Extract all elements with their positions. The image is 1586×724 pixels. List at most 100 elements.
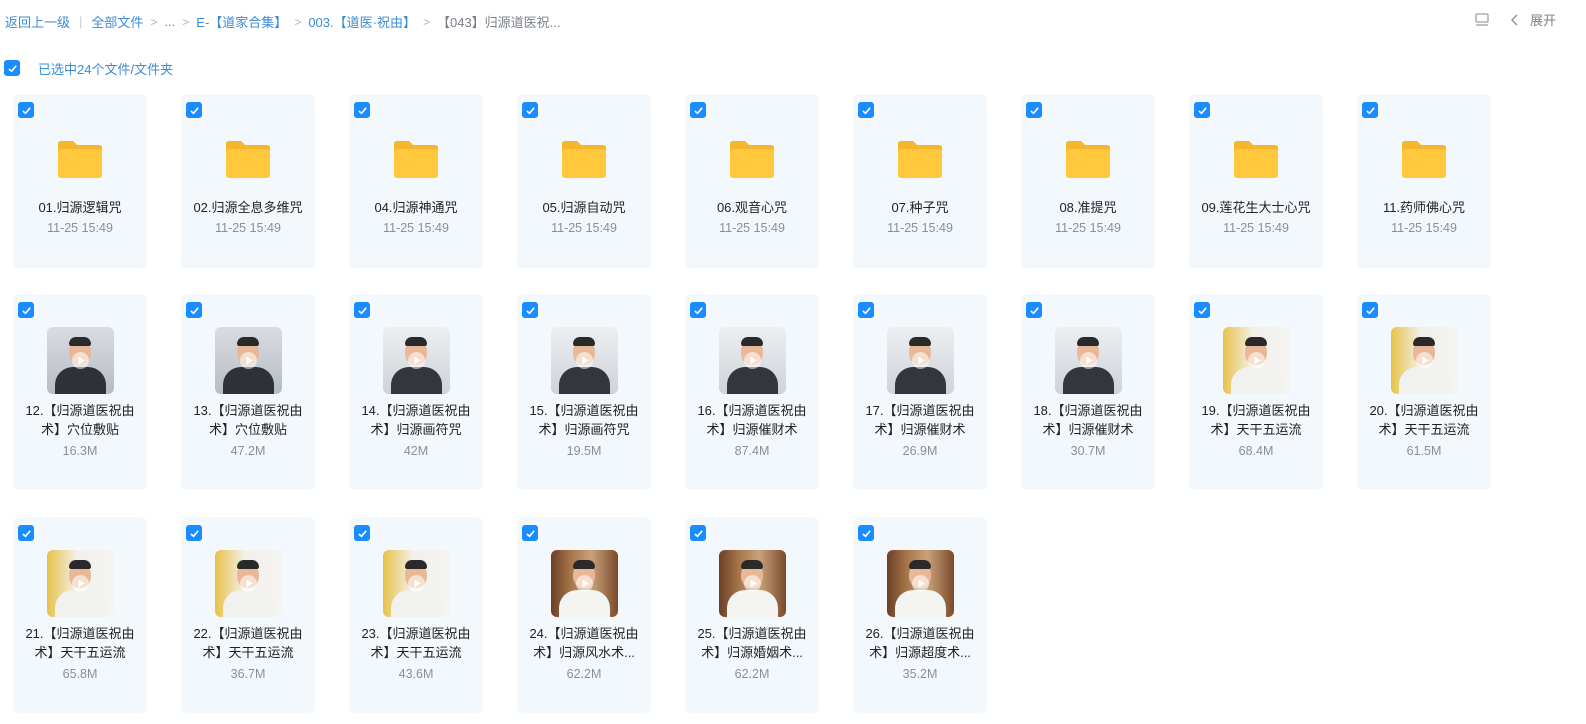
video-item[interactable]: 15.【归源道医祝由术】归源画符咒 19.5M	[517, 294, 651, 490]
item-checkbox[interactable]	[186, 102, 202, 118]
chevron-right-icon: >	[294, 14, 302, 29]
breadcrumb-level2[interactable]: 003.【道医·祝由】	[308, 12, 416, 31]
item-checkbox[interactable]	[522, 302, 538, 318]
check-icon	[525, 529, 535, 537]
item-checkbox[interactable]	[18, 102, 34, 118]
video-name: 16.【归源道医祝由术】归源催财术	[697, 403, 807, 437]
video-item[interactable]: 21.【归源道医祝由术】天干五运流 65.8M	[13, 517, 147, 713]
item-checkbox[interactable]	[354, 525, 370, 541]
breadcrumb-ellipsis[interactable]: ...	[164, 14, 175, 29]
play-icon	[1248, 352, 1265, 369]
file-size: 42M	[403, 444, 429, 458]
breadcrumb-level1[interactable]: E-【道家合集】	[196, 12, 287, 31]
video-item[interactable]: 19.【归源道医祝由术】天干五运流 68.4M	[1189, 294, 1323, 490]
item-checkbox[interactable]	[186, 302, 202, 318]
video-thumbnail	[719, 550, 786, 617]
chevron-left-icon[interactable]	[1510, 14, 1520, 26]
video-item[interactable]: 20.【归源道医祝由术】天干五运流 61.5M	[1357, 294, 1491, 490]
item-checkbox[interactable]	[354, 302, 370, 318]
video-item[interactable]: 24.【归源道医祝由术】归源风水术... 62.2M	[517, 517, 651, 713]
item-checkbox[interactable]	[858, 302, 874, 318]
item-checkbox[interactable]	[1026, 102, 1042, 118]
video-item[interactable]: 14.【归源道医祝由术】归源画符咒 42M	[349, 294, 483, 490]
layout-icon[interactable]	[1474, 12, 1490, 28]
breadcrumb-all-files[interactable]: 全部文件	[91, 12, 143, 31]
video-item[interactable]: 18.【归源道医祝由术】归源催财术 30.7M	[1021, 294, 1155, 490]
folder-item[interactable]: 09.莲花生大士心咒 11-25 15:49	[1189, 94, 1323, 268]
select-all-checkbox[interactable]	[4, 60, 20, 76]
folder-item[interactable]: 11.药师佛心咒 11-25 15:49	[1357, 94, 1491, 268]
folder-modified-time: 11-25 15:49	[719, 221, 785, 235]
folder-name: 06.观音心咒	[716, 200, 788, 215]
video-name: 22.【归源道医祝由术】天干五运流	[193, 626, 303, 660]
item-checkbox[interactable]	[858, 525, 874, 541]
folder-item[interactable]: 01.归源逻辑咒 11-25 15:49	[13, 94, 147, 268]
check-icon	[1029, 306, 1039, 314]
video-thumbnail	[1391, 327, 1458, 394]
check-icon	[1029, 106, 1039, 114]
folder-name: 04.归源神通咒	[374, 200, 458, 215]
item-checkbox[interactable]	[522, 525, 538, 541]
video-thumbnail	[383, 550, 450, 617]
folder-name: 11.药师佛心咒	[1382, 200, 1466, 215]
item-checkbox[interactable]	[18, 302, 34, 318]
check-icon	[525, 306, 535, 314]
breadcrumb: 返回上一级 | 全部文件 > ... > E-【道家合集】 > 003.【道医·…	[5, 12, 561, 31]
expand-button[interactable]: 展开	[1530, 10, 1556, 29]
folder-icon	[1400, 139, 1448, 179]
folder-item[interactable]: 07.种子咒 11-25 15:49	[853, 94, 987, 268]
play-icon	[408, 575, 425, 592]
item-checkbox[interactable]	[858, 102, 874, 118]
back-link[interactable]: 返回上一级	[5, 12, 70, 31]
item-checkbox[interactable]	[1362, 102, 1378, 118]
item-checkbox[interactable]	[690, 302, 706, 318]
play-icon	[240, 575, 257, 592]
check-icon	[357, 529, 367, 537]
video-item[interactable]: 12.【归源道医祝由术】穴位敷贴 16.3M	[13, 294, 147, 490]
item-checkbox[interactable]	[1194, 302, 1210, 318]
folder-name: 02.归源全息多维咒	[193, 200, 303, 215]
video-item[interactable]: 13.【归源道医祝由术】穴位敷贴 47.2M	[181, 294, 315, 490]
folder-item[interactable]: 05.归源自动咒 11-25 15:49	[517, 94, 651, 268]
file-size: 30.7M	[1070, 444, 1106, 458]
file-size: 19.5M	[566, 444, 602, 458]
folder-icon	[728, 139, 776, 179]
play-icon	[240, 352, 257, 369]
video-name: 14.【归源道医祝由术】归源画符咒	[361, 403, 471, 437]
folder-item[interactable]: 08.准提咒 11-25 15:49	[1021, 94, 1155, 268]
video-item[interactable]: 25.【归源道医祝由术】归源婚姻术... 62.2M	[685, 517, 819, 713]
item-checkbox[interactable]	[690, 525, 706, 541]
chevron-right-icon: >	[182, 14, 190, 29]
folder-icon	[56, 139, 104, 179]
video-item[interactable]: 26.【归源道医祝由术】归源超度术... 35.2M	[853, 517, 987, 713]
video-item[interactable]: 17.【归源道医祝由术】归源催财术 26.9M	[853, 294, 987, 490]
video-thumbnail	[1055, 327, 1122, 394]
item-checkbox[interactable]	[186, 525, 202, 541]
folder-name: 09.莲花生大士心咒	[1201, 200, 1311, 215]
video-name: 20.【归源道医祝由术】天干五运流	[1369, 403, 1479, 437]
video-thumbnail	[47, 550, 114, 617]
folder-item[interactable]: 02.归源全息多维咒 11-25 15:49	[181, 94, 315, 268]
item-checkbox[interactable]	[1194, 102, 1210, 118]
video-item[interactable]: 22.【归源道医祝由术】天干五运流 36.7M	[181, 517, 315, 713]
video-item[interactable]: 23.【归源道医祝由术】天干五运流 43.6M	[349, 517, 483, 713]
item-checkbox[interactable]	[1362, 302, 1378, 318]
check-icon	[693, 306, 703, 314]
video-name: 19.【归源道医祝由术】天干五运流	[1201, 403, 1311, 437]
play-icon	[408, 352, 425, 369]
check-icon	[861, 106, 871, 114]
folder-icon	[560, 139, 608, 179]
item-checkbox[interactable]	[1026, 302, 1042, 318]
item-checkbox[interactable]	[354, 102, 370, 118]
play-icon	[72, 352, 89, 369]
check-icon	[21, 106, 31, 114]
folder-modified-time: 11-25 15:49	[383, 221, 449, 235]
folder-item[interactable]: 04.归源神通咒 11-25 15:49	[349, 94, 483, 268]
check-icon	[1197, 306, 1207, 314]
item-checkbox[interactable]	[522, 102, 538, 118]
folder-item[interactable]: 06.观音心咒 11-25 15:49	[685, 94, 819, 268]
video-item[interactable]: 16.【归源道医祝由术】归源催财术 87.4M	[685, 294, 819, 490]
item-checkbox[interactable]	[690, 102, 706, 118]
play-icon	[576, 575, 593, 592]
item-checkbox[interactable]	[18, 525, 34, 541]
